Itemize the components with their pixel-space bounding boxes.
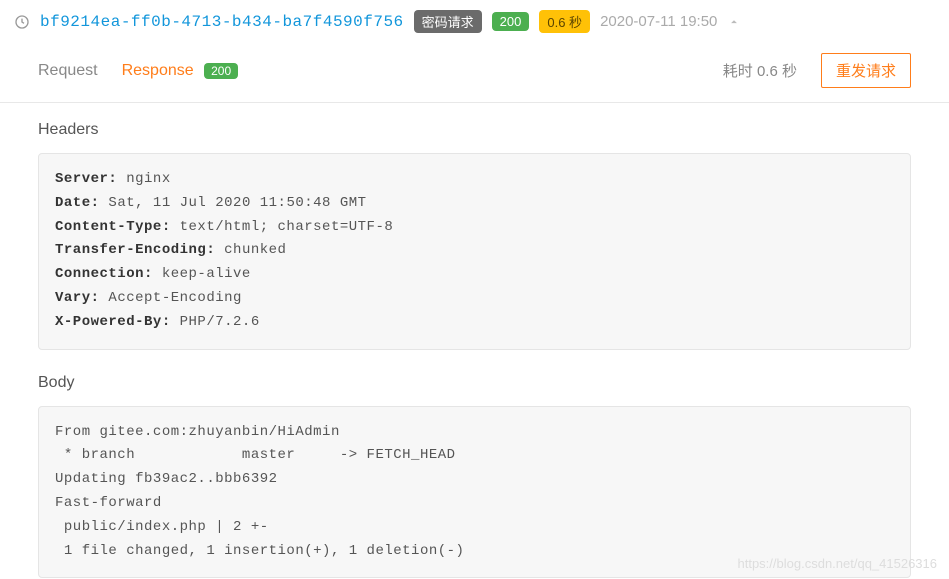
headers-title: Headers: [38, 121, 911, 139]
response-content: Headers Server: nginx Date: Sat, 11 Jul …: [0, 103, 949, 578]
tab-request[interactable]: Request: [38, 62, 98, 80]
tab-response-label: Response: [122, 62, 194, 79]
tab-row: Request Response 200 耗时 0.6 秒 重发请求: [0, 41, 949, 103]
duration-badge: 0.6 秒: [539, 10, 590, 33]
duration-text: 耗时 0.6 秒: [723, 60, 797, 81]
type-badge: 密码请求: [414, 10, 482, 33]
collapse-icon[interactable]: [727, 15, 741, 29]
tab-response-badge: 200: [204, 63, 238, 79]
request-header-row: bf9214ea-ff0b-4713-b434-ba7f4590f756 密码请…: [0, 0, 949, 41]
resend-button[interactable]: 重发请求: [821, 53, 911, 88]
headers-block: Server: nginx Date: Sat, 11 Jul 2020 11:…: [38, 153, 911, 350]
request-id[interactable]: bf9214ea-ff0b-4713-b434-ba7f4590f756: [40, 13, 404, 31]
timestamp: 2020-07-11 19:50: [600, 13, 717, 30]
tab-response[interactable]: Response 200: [122, 62, 239, 80]
status-badge: 200: [492, 12, 530, 31]
body-title: Body: [38, 374, 911, 392]
body-block: From gitee.com:zhuyanbin/HiAdmin * branc…: [38, 406, 911, 579]
clock-icon: [14, 14, 30, 30]
